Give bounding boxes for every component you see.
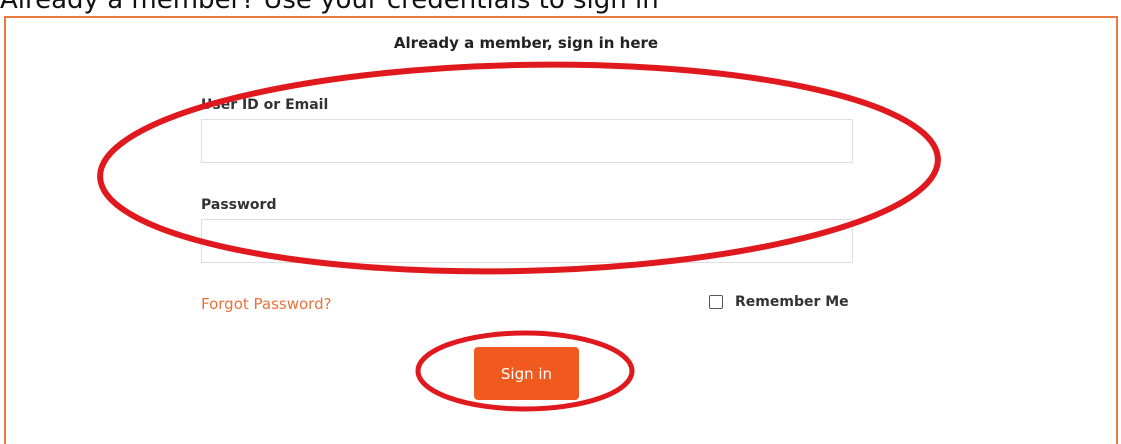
password-label: Password — [201, 197, 277, 213]
sign-in-button[interactable]: Sign in — [474, 347, 579, 400]
password-input[interactable] — [201, 219, 853, 263]
forgot-password-link[interactable]: Forgot Password? — [201, 295, 332, 313]
checkbox-icon[interactable] — [709, 295, 723, 309]
user-id-email-input[interactable] — [201, 119, 853, 163]
page: Already a member? Use your credentials t… — [0, 0, 1121, 444]
remember-me-label: Remember Me — [735, 294, 849, 310]
page-caption: Already a member? Use your credentials t… — [0, 0, 659, 15]
remember-me-checkbox[interactable]: Remember Me — [709, 294, 849, 310]
form-title: Already a member, sign in here — [393, 34, 659, 52]
user-id-label: User ID or Email — [201, 97, 329, 113]
